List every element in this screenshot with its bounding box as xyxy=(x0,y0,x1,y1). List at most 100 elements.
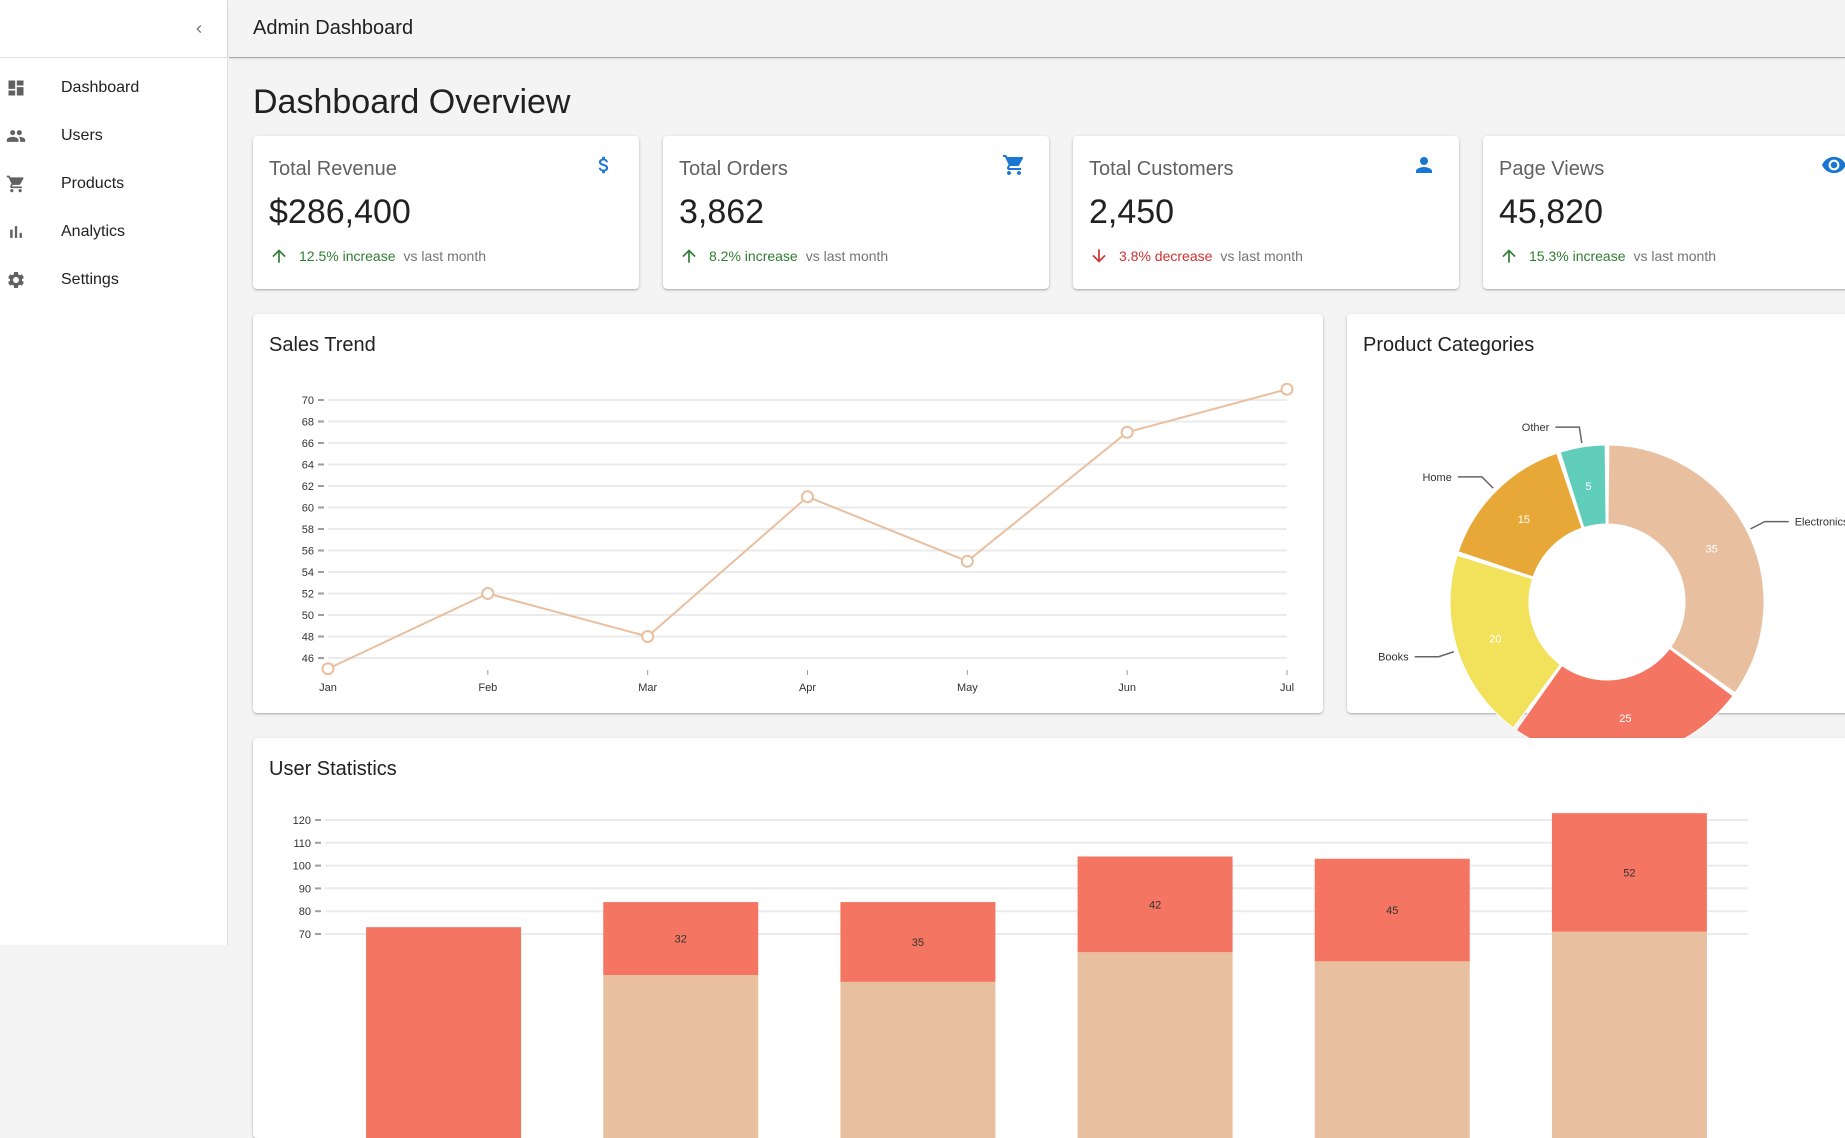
people-icon xyxy=(6,126,26,146)
arrow-up-icon xyxy=(679,246,699,266)
app-title: Admin Dashboard xyxy=(253,17,414,39)
sidebar-item-label: Analytics xyxy=(61,223,126,240)
stat-compare: vs last month xyxy=(403,248,486,264)
stat-trend: 3.8% decrease vs last month xyxy=(1089,246,1443,266)
sidebar-item-label: Products xyxy=(61,175,125,192)
y-tick-label: 64 xyxy=(302,460,314,472)
stat-compare: vs last month xyxy=(1633,248,1716,264)
data-point xyxy=(641,630,655,643)
stat-card-orders: Total Orders 3,862 8.2% increase vs last… xyxy=(663,136,1049,289)
leader-line xyxy=(1457,476,1494,489)
sidebar-item-label: Users xyxy=(61,127,103,144)
app-header: Admin Dashboard xyxy=(229,0,1845,58)
slice-category-label: Electronics xyxy=(1795,517,1845,529)
collapse-sidebar-button[interactable] xyxy=(185,15,213,43)
dollar-icon xyxy=(591,152,617,178)
shopping-cart-icon xyxy=(6,174,26,194)
y-tick-label: 120 xyxy=(293,815,311,827)
y-tick-label: 56 xyxy=(302,546,314,558)
y-tick-label: 48 xyxy=(302,632,314,644)
leader-line xyxy=(1750,520,1789,530)
stat-value: 2,450 xyxy=(1089,193,1175,231)
product-categories-chart: 35Electronics25Clothing20Books15Home5Oth… xyxy=(1378,422,1845,784)
stat-card-customers: Total Customers 2,450 3.8% decrease vs l… xyxy=(1073,136,1459,289)
sidebar-nav: Dashboard Users Products Analytics Setti… xyxy=(0,64,227,304)
data-point xyxy=(960,554,974,568)
shopping-cart-icon xyxy=(1001,152,1027,178)
slice-category-label: Home xyxy=(1422,472,1451,484)
x-tick-label: Apr xyxy=(799,682,816,694)
pie-slice-electronics xyxy=(1607,444,1765,694)
x-tick-label: Jul xyxy=(1280,682,1294,694)
slice-value-label: 20 xyxy=(1489,633,1501,645)
sidebar-item-label: Settings xyxy=(61,271,119,288)
bar-value-label: 35 xyxy=(912,937,924,949)
data-point xyxy=(1120,425,1134,439)
sidebar-item-dashboard[interactable]: Dashboard xyxy=(0,64,227,112)
bar-segment-base xyxy=(1551,931,1707,1138)
slice-category-label: Books xyxy=(1378,652,1409,664)
sidebar-item-analytics[interactable]: Analytics xyxy=(0,208,227,256)
arrow-up-icon xyxy=(1499,246,1519,266)
person-icon xyxy=(1411,152,1437,178)
y-tick-label: 54 xyxy=(302,567,314,579)
stat-title: Total Orders xyxy=(679,158,788,180)
stat-compare: vs last month xyxy=(1220,248,1303,264)
leader-line xyxy=(1555,426,1583,444)
sidebar-item-products[interactable]: Products xyxy=(0,160,227,208)
x-tick-label: Jan xyxy=(319,682,337,694)
user-statistics-chart: 70 80 90 100 110 120 32 35 42 45 52 xyxy=(293,813,1748,1138)
chevron-left-icon xyxy=(196,25,202,33)
x-tick-label: Mar xyxy=(638,682,657,694)
x-tick-label: Feb xyxy=(478,682,497,694)
bar-value-label: 45 xyxy=(1386,905,1398,917)
data-point xyxy=(1280,382,1294,396)
bar-segment-base xyxy=(840,981,996,1138)
sidebar-item-label: Dashboard xyxy=(61,79,140,96)
stat-trend: 12.5% increase vs last month xyxy=(269,246,623,266)
stat-value: 45,820 xyxy=(1499,193,1603,231)
stat-change: 8.2% increase xyxy=(709,248,798,264)
stat-card-revenue: Total Revenue $286,400 12.5% increase vs… xyxy=(253,136,639,289)
x-tick-label: May xyxy=(957,682,978,694)
sidebar-item-settings[interactable]: Settings xyxy=(0,256,227,304)
y-tick-label: 90 xyxy=(299,883,311,895)
product-categories-card: Product Categories 35Electronics25Clothi… xyxy=(1347,314,1845,784)
bar-value-label: 42 xyxy=(1149,899,1161,911)
bar-segment-base xyxy=(603,975,759,1138)
sales-trend-card: Sales Trend 46 48 50 52 54 56 58 60 62 64 66 68 70 Ja… xyxy=(253,314,1323,713)
bar-value-label: 32 xyxy=(675,934,687,946)
y-tick-label: 68 xyxy=(302,417,314,429)
stat-compare: vs last month xyxy=(805,248,889,264)
stat-value: $286,400 xyxy=(269,193,411,231)
user-statistics-card: User Statistics 70 80 90 100 110 120 32 35 42 45 5… xyxy=(253,738,1845,1138)
sales-trend-chart: 46 48 50 52 54 56 58 60 62 64 66 68 70 Jan Feb Mar Apr Ma… xyxy=(302,382,1294,694)
bar-segment-base xyxy=(1314,961,1470,1138)
y-tick-label: 100 xyxy=(293,861,311,873)
y-tick-label: 70 xyxy=(299,929,311,941)
gear-icon xyxy=(6,270,26,290)
sidebar: Dashboard Users Products Analytics Setti… xyxy=(0,0,228,945)
data-point xyxy=(481,587,495,600)
bar-segment-base xyxy=(1077,952,1233,1138)
y-tick-label: 62 xyxy=(302,481,314,493)
dashboard-icon xyxy=(6,78,26,98)
slice-value-label: 35 xyxy=(1706,544,1718,556)
sidebar-header xyxy=(0,0,227,58)
bar-value-label: 52 xyxy=(1623,867,1635,879)
y-tick-label: 58 xyxy=(302,524,314,536)
y-tick-label: 50 xyxy=(302,610,314,622)
data-point xyxy=(321,662,335,676)
leader-line xyxy=(1414,651,1455,658)
sidebar-item-users[interactable]: Users xyxy=(0,112,227,160)
y-tick-label: 46 xyxy=(302,653,314,665)
y-tick-label: 60 xyxy=(302,503,314,515)
stat-trend: 8.2% increase vs last month xyxy=(679,246,1033,266)
x-tick-label: Jun xyxy=(1118,682,1136,694)
y-tick-label: 52 xyxy=(302,589,314,601)
stat-card-page-views: Page Views 45,820 15.3% increase vs last… xyxy=(1483,136,1845,289)
y-tick-label: 80 xyxy=(299,906,311,918)
y-tick-label: 110 xyxy=(293,838,311,850)
y-tick-label: 66 xyxy=(302,438,314,450)
stat-change: 3.8% decrease xyxy=(1119,248,1213,264)
